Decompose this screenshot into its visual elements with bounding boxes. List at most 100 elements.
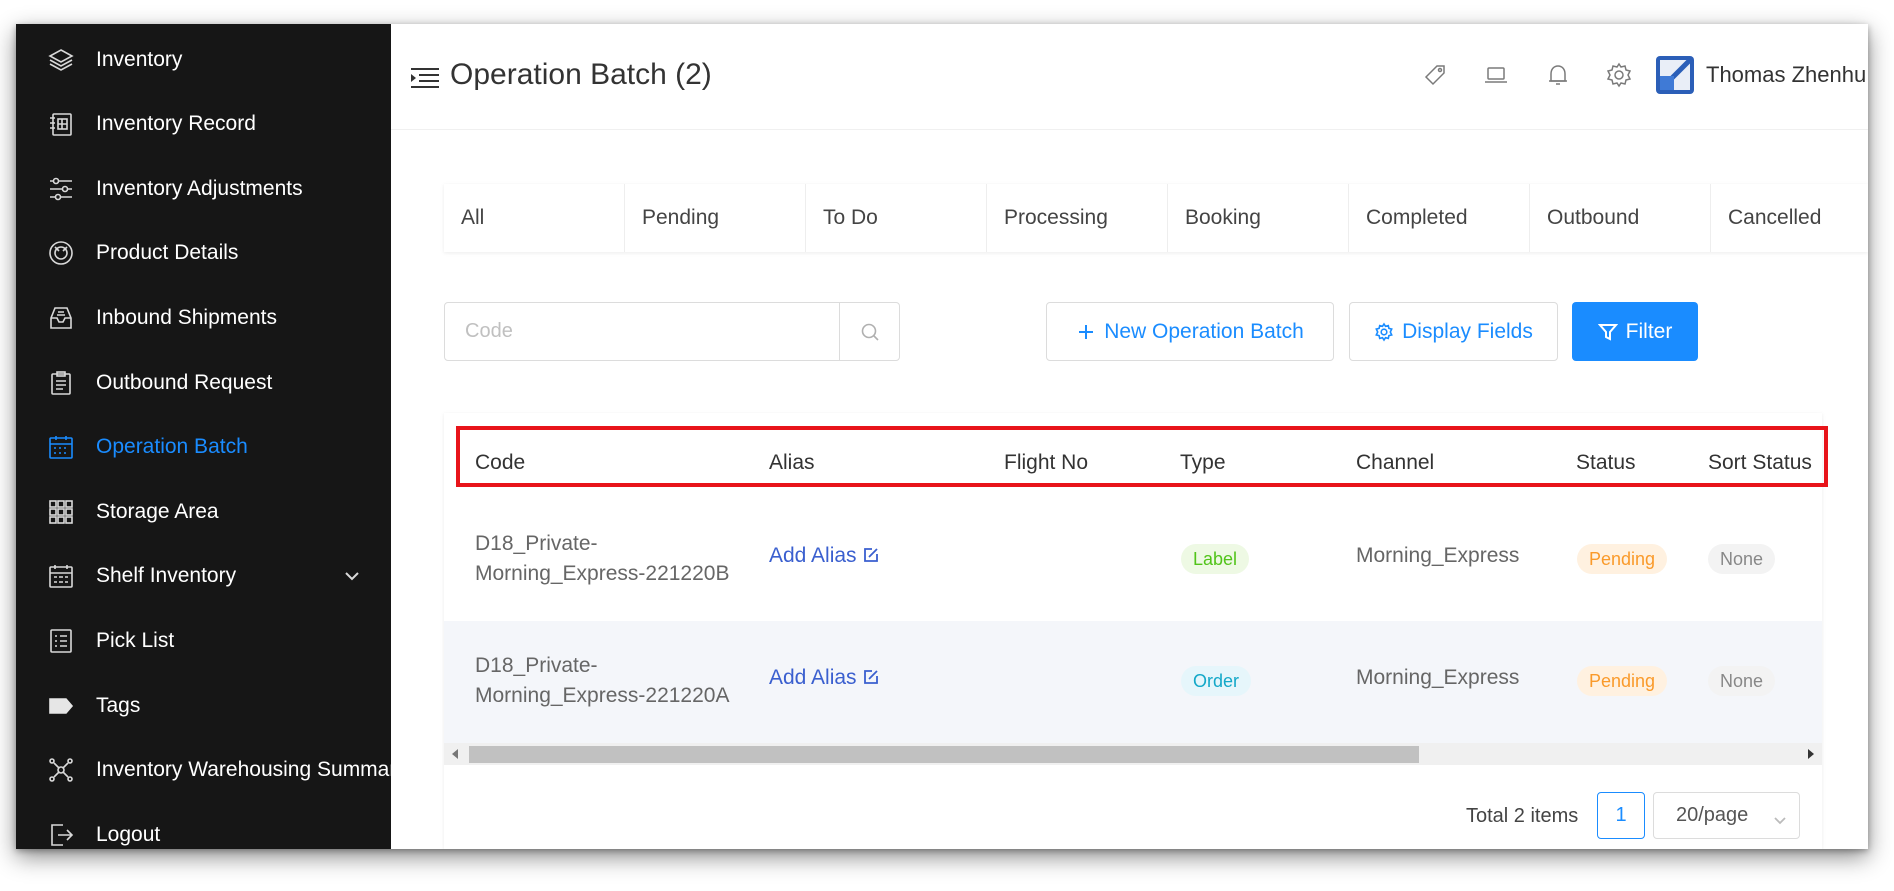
type-tag: Label — [1181, 544, 1250, 574]
user-name[interactable]: Thomas Zhenhu.. — [1706, 62, 1868, 88]
chevron-down-icon[interactable] — [343, 567, 361, 585]
sidebar-item-outbound-request[interactable]: Outbound Request — [16, 357, 391, 409]
sidebar-item-tags[interactable]: Tags — [16, 680, 391, 732]
tab-outbound[interactable]: Outbound — [1530, 184, 1711, 252]
sidebar-item-label: Inventory — [96, 48, 183, 71]
edit-icon — [863, 548, 878, 562]
sidebar-item-inventory-adjustments[interactable]: Inventory Adjustments — [16, 163, 391, 215]
sidebar-item-inventory-warehousing-summary[interactable]: Inventory Warehousing Summary — [16, 744, 391, 796]
add-alias-link[interactable]: Add Alias — [769, 544, 879, 567]
app-window: Inventory Inventory Record Inventory Adj… — [16, 24, 1868, 849]
shelf-calendar-icon — [46, 561, 76, 591]
sidebar-item-shelf-inventory[interactable]: Shelf Inventory — [16, 550, 391, 602]
calendar-icon — [46, 432, 76, 462]
tab-cancelled[interactable]: Cancelled — [1711, 184, 1868, 252]
plus-icon — [1076, 322, 1096, 342]
network-icon — [46, 755, 76, 785]
sidebar-item-product-details[interactable]: Product Details — [16, 227, 391, 279]
page-title: Operation Batch (2) — [450, 58, 712, 91]
sidebar-item-label: Outbound Request — [96, 371, 273, 394]
tab-processing[interactable]: Processing — [987, 184, 1168, 252]
tab-to-do[interactable]: To Do — [806, 184, 987, 252]
edit-icon — [863, 670, 878, 684]
bell-icon[interactable] — [1544, 61, 1572, 89]
alias-cell: Add Alias — [769, 666, 879, 690]
status-tabs: All Pending To Do Processing Booking Com… — [444, 184, 1868, 252]
tag-icon — [46, 691, 76, 721]
sidebar-item-pick-list[interactable]: Pick List — [16, 615, 391, 667]
alias-cell: Add Alias — [769, 544, 879, 568]
menu-fold-icon[interactable] — [409, 66, 441, 90]
search-icon — [861, 323, 879, 341]
chevron-down-icon — [1773, 810, 1787, 833]
status-badge: Pending — [1577, 544, 1668, 574]
layers-icon — [46, 45, 76, 75]
sidebar-item-label: Inbound Shipments — [96, 306, 277, 329]
laptop-icon[interactable] — [1482, 61, 1510, 89]
main-content: Operation Batch (2) Thomas Zhenhu.. All … — [391, 24, 1868, 849]
code-cell: D18_Private- Morning_Express-221220B — [475, 529, 729, 589]
header: Operation Batch (2) Thomas Zhenhu.. — [391, 24, 1868, 130]
tab-completed[interactable]: Completed — [1349, 184, 1530, 252]
tab-all[interactable]: All — [444, 184, 625, 252]
sidebar-item-operation-batch[interactable]: Operation Batch — [16, 421, 391, 473]
ledger-icon — [46, 109, 76, 139]
sidebar-item-inventory-record[interactable]: Inventory Record — [16, 98, 391, 150]
sidebar-item-logout[interactable]: Logout — [16, 809, 391, 849]
filter-button[interactable]: Filter — [1572, 302, 1698, 361]
sidebar-item-label: Product Details — [96, 241, 239, 264]
sliders-icon — [46, 174, 76, 204]
channel-cell: Morning_Express — [1356, 544, 1520, 567]
gear-icon[interactable] — [1605, 61, 1633, 89]
sidebar-item-label: Inventory Adjustments — [96, 177, 303, 200]
scroll-right-arrow[interactable] — [1808, 749, 1814, 759]
display-fields-label: Display Fields — [1402, 319, 1533, 343]
tab-booking[interactable]: Booking — [1168, 184, 1349, 252]
sort-status-badge: None — [1708, 666, 1776, 696]
tag-outline-icon[interactable] — [1421, 61, 1449, 89]
status-badge: Pending — [1577, 666, 1668, 696]
sidebar-item-label: Inventory Record — [96, 112, 256, 135]
clipboard-icon — [46, 368, 76, 398]
grid-icon — [46, 497, 76, 527]
code-line: Morning_Express-221220B — [475, 562, 730, 585]
search-button[interactable] — [839, 303, 899, 360]
header-highlight-box — [456, 426, 1828, 487]
scroll-left-arrow[interactable] — [452, 749, 458, 759]
avatar[interactable] — [1656, 56, 1694, 94]
sidebar-item-inventory[interactable]: Inventory — [16, 34, 391, 86]
page-size-value: 20/page — [1676, 804, 1749, 826]
logout-icon — [46, 820, 76, 849]
sidebar-item-storage-area[interactable]: Storage Area — [16, 486, 391, 538]
page-1-button[interactable]: 1 — [1597, 792, 1645, 839]
horizontal-scrollbar[interactable] — [444, 743, 1822, 765]
box-circle-icon — [46, 238, 76, 268]
filter-icon — [1597, 322, 1618, 342]
search-box — [444, 302, 900, 361]
sidebar-item-label: Operation Batch — [96, 435, 248, 458]
new-operation-batch-button[interactable]: New Operation Batch — [1046, 302, 1334, 361]
sidebar: Inventory Inventory Record Inventory Adj… — [16, 24, 391, 849]
code-line: D18_Private- — [475, 532, 598, 555]
new-operation-batch-label: New Operation Batch — [1104, 319, 1304, 343]
add-alias-label: Add Alias — [769, 666, 857, 689]
scrollbar-thumb[interactable] — [469, 746, 1419, 763]
code-line: D18_Private- — [475, 654, 598, 677]
search-input[interactable] — [445, 303, 839, 360]
sidebar-item-label: Tags — [96, 694, 141, 717]
list-icon — [46, 626, 76, 656]
operation-batch-table: Code Alias Flight No Type Channel Status… — [444, 413, 1828, 849]
gear-icon — [1374, 322, 1394, 342]
sidebar-item-inbound-shipments[interactable]: Inbound Shipments — [16, 292, 391, 344]
display-fields-button[interactable]: Display Fields — [1349, 302, 1558, 361]
add-alias-label: Add Alias — [769, 544, 857, 567]
filter-label: Filter — [1625, 319, 1673, 343]
sidebar-item-label: Logout — [96, 823, 161, 846]
table-row[interactable]: D18_Private- Morning_Express-221220A Add… — [444, 621, 1822, 743]
page-size-select[interactable]: 20/page — [1653, 792, 1800, 839]
tab-pending[interactable]: Pending — [625, 184, 806, 252]
sort-status-badge: None — [1708, 544, 1776, 574]
table-row[interactable]: D18_Private- Morning_Express-221220B Add… — [444, 499, 1822, 621]
add-alias-link[interactable]: Add Alias — [769, 666, 879, 689]
code-cell: D18_Private- Morning_Express-221220A — [475, 651, 729, 711]
